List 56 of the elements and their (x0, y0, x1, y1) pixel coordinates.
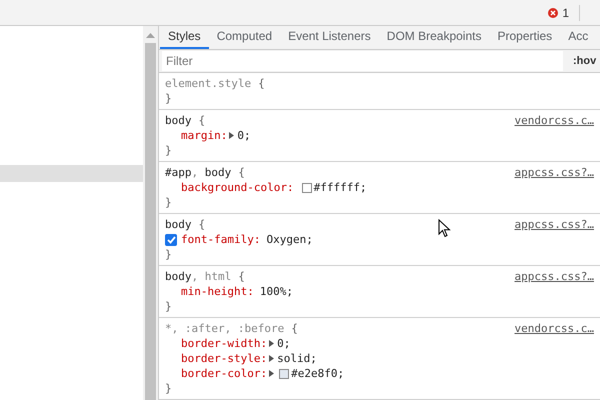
hover-toggle[interactable]: :hov (573, 52, 596, 70)
open-brace: { (238, 165, 245, 180)
error-icon (548, 8, 558, 18)
property-value: 100%; (260, 284, 293, 299)
source-link[interactable]: appcss.css?… (514, 217, 594, 232)
close-brace: } (165, 248, 172, 261)
property-checkbox[interactable] (165, 234, 177, 246)
property-value: #ffffff; (314, 180, 367, 195)
property-name: border-color: (181, 366, 268, 381)
css-selector: #app, body (165, 165, 232, 180)
css-selector: body (165, 113, 192, 128)
error-count: 1 (562, 4, 569, 22)
close-brace: } (165, 300, 172, 313)
tab[interactable]: Properties (489, 26, 560, 49)
css-selector: body (165, 217, 192, 232)
property-name: font-family: (181, 232, 260, 247)
close-brace: } (165, 144, 172, 157)
property-value: 0; (277, 336, 290, 351)
tab[interactable]: Event Listeners (280, 26, 379, 49)
tab[interactable]: Acc (560, 26, 596, 49)
source-link[interactable]: vendorcss.c… (514, 113, 594, 128)
selected-node-row[interactable] (0, 165, 143, 182)
css-selector: body, html (165, 269, 232, 284)
property-value: Oxygen; (266, 232, 313, 247)
property-value: 0; (237, 128, 251, 143)
expand-triangle-icon[interactable] (229, 132, 234, 139)
property-value: #e2e8f0; (291, 366, 344, 381)
open-brace: { (291, 321, 298, 336)
source-link[interactable]: vendorcss.c… (514, 321, 594, 336)
expand-triangle-icon[interactable] (269, 340, 274, 347)
mouse-pointer-icon (438, 219, 451, 238)
open-brace: { (198, 113, 206, 128)
source-link[interactable]: appcss.css?… (514, 165, 594, 180)
color-swatch[interactable] (279, 368, 290, 378)
property-value: solid; (277, 351, 317, 366)
filter-field[interactable]: Filter (162, 50, 563, 71)
tab[interactable]: Computed (208, 26, 280, 49)
color-swatch[interactable] (302, 182, 312, 192)
open-brace: { (198, 217, 206, 232)
close-brace: } (165, 382, 172, 395)
css-selector: element.style (165, 76, 252, 91)
close-brace: } (165, 196, 172, 209)
tab[interactable]: DOM Breakpoints (378, 26, 490, 49)
open-brace: { (258, 76, 265, 91)
property-name: min-height: (181, 284, 254, 299)
open-brace: { (238, 269, 245, 284)
css-selector: *, :after, :before (165, 321, 284, 336)
expand-triangle-icon[interactable] (269, 355, 274, 362)
close-brace: } (165, 92, 172, 105)
scrollbar-thumb[interactable] (145, 43, 156, 400)
property-name: border-style: (181, 351, 268, 366)
source-link[interactable]: appcss.css?… (514, 269, 594, 284)
property-name: border-width: (181, 336, 268, 351)
property-name: margin: (181, 128, 228, 143)
property-name: background-color: (181, 180, 294, 195)
expand-triangle-icon[interactable] (269, 370, 274, 377)
